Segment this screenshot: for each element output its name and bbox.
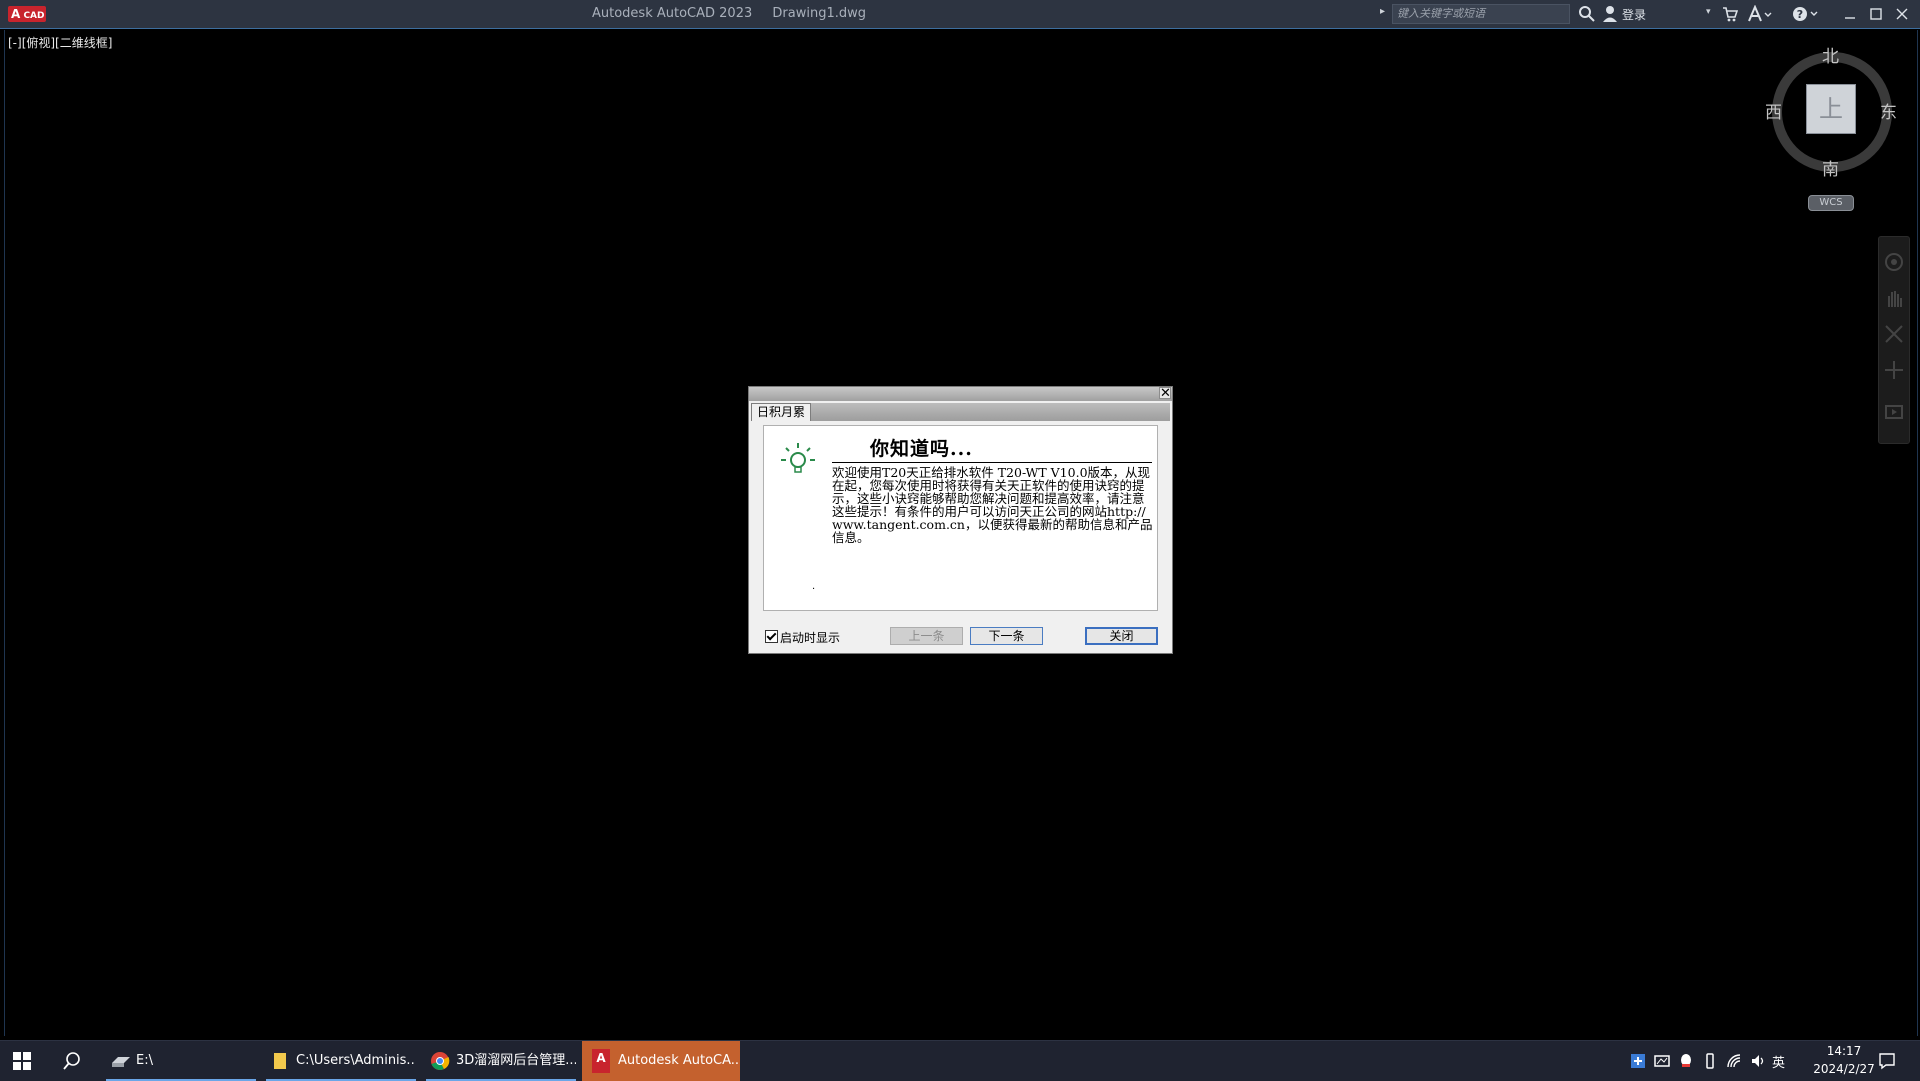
- showmotion-icon[interactable]: [1883, 401, 1905, 423]
- tray-display-icon[interactable]: [1654, 1053, 1670, 1069]
- pan-hand-icon[interactable]: [1883, 287, 1905, 309]
- dialog-tab-strip: 日积月累: [751, 403, 1170, 421]
- network-icon[interactable]: [1726, 1053, 1742, 1069]
- taskbar-item-drive[interactable]: E:\: [106, 1041, 256, 1081]
- notification-center-icon[interactable]: [1878, 1052, 1896, 1070]
- compass-west[interactable]: 西: [1765, 98, 1782, 123]
- volume-icon[interactable]: [1750, 1053, 1766, 1069]
- close-window-button[interactable]: [1892, 4, 1912, 24]
- dialog-title-bar[interactable]: ✕: [749, 387, 1172, 401]
- drive-icon: [112, 1057, 130, 1067]
- search-icon[interactable]: [1578, 5, 1596, 23]
- taskbar-item-chrome[interactable]: 3D溜溜网后台管理...: [426, 1041, 576, 1081]
- login-link[interactable]: 登录: [1622, 6, 1646, 23]
- taskbar: E:\ C:\Users\Adminis... 3D溜溜网后台管理... A A…: [0, 1040, 1920, 1081]
- viewport-controls-label[interactable]: [-][俯视][二维线框]: [8, 34, 112, 51]
- previous-tip-button[interactable]: 上一条: [890, 627, 963, 645]
- tray-usb-icon[interactable]: [1702, 1053, 1718, 1069]
- tip-panel: 你知道吗... 欢迎使用T20天正给排水软件 T20-WT V10.0版本，从现…: [763, 425, 1158, 611]
- tray-qq-icon[interactable]: [1678, 1053, 1694, 1069]
- zoom-extents-icon[interactable]: [1883, 323, 1905, 345]
- ucs-menu-button[interactable]: WCS: [1808, 195, 1854, 211]
- title-bar: A CAD Autodesk AutoCAD 2023 Drawing1.dwg…: [0, 0, 1920, 29]
- user-icon[interactable]: [1602, 5, 1618, 23]
- dot-mark: .: [812, 581, 816, 592]
- help-icon[interactable]: ?: [1792, 6, 1820, 22]
- checkbox-checked-icon[interactable]: [765, 630, 778, 643]
- clock-time[interactable]: 14:17: [1814, 1044, 1874, 1058]
- taskbar-item-autocad[interactable]: A Autodesk AutoCA...: [582, 1041, 740, 1081]
- tip-text: 欢迎使用T20天正给排水软件 T20-WT V10.0版本，从现在起，您每次使用…: [832, 465, 1153, 545]
- autodesk-account-icon[interactable]: [1746, 5, 1772, 23]
- tab-tips[interactable]: 日积月累: [751, 403, 812, 421]
- orbit-icon[interactable]: [1883, 359, 1905, 381]
- compass-east[interactable]: 东: [1880, 98, 1897, 123]
- close-button[interactable]: 关闭: [1085, 627, 1158, 645]
- autocad-logo-icon[interactable]: A CAD: [8, 6, 46, 22]
- chrome-icon: [431, 1052, 450, 1070]
- search-input[interactable]: 键入关键字或短语: [1392, 4, 1570, 24]
- autocad-icon: A: [592, 1049, 610, 1073]
- compass-north[interactable]: 北: [1822, 42, 1839, 67]
- chevron-down-icon[interactable]: ▾: [1706, 7, 1711, 17]
- dialog-close-icon[interactable]: ✕: [1159, 387, 1171, 400]
- windows-start-icon[interactable]: [12, 1051, 32, 1071]
- lightbulb-icon: [781, 443, 815, 473]
- heading-divider: [832, 462, 1152, 463]
- app-name: Autodesk AutoCAD 2023: [592, 6, 753, 21]
- expand-arrow-icon[interactable]: ▸: [1380, 6, 1385, 17]
- window-title: Autodesk AutoCAD 2023 Drawing1.dwg: [592, 6, 866, 21]
- input-method-indicator[interactable]: 英: [1772, 1052, 1785, 1071]
- steering-wheel-icon[interactable]: [1883, 251, 1905, 273]
- document-name: Drawing1.dwg: [772, 6, 866, 21]
- folder-icon: [274, 1053, 286, 1069]
- viewcube-top-face[interactable]: 上: [1806, 84, 1856, 134]
- svg-text:?: ?: [1797, 8, 1803, 21]
- show-on-startup-checkbox[interactable]: 启动时显示: [765, 629, 840, 646]
- dialog-heading: 你知道吗...: [870, 438, 973, 460]
- next-tip-button[interactable]: 下一条: [970, 627, 1043, 645]
- taskbar-search-icon[interactable]: [62, 1051, 82, 1071]
- tip-of-the-day-dialog: ✕ 日积月累 你知道吗... 欢迎使用T20天正给排水软件 T20-WT V10…: [748, 386, 1173, 654]
- compass-south[interactable]: 南: [1822, 155, 1839, 180]
- tray-app-icon[interactable]: [1630, 1053, 1646, 1069]
- cart-icon[interactable]: [1722, 6, 1738, 22]
- maximize-button[interactable]: [1866, 4, 1886, 24]
- clock-date[interactable]: 2024/2/27: [1800, 1062, 1888, 1076]
- minimize-button[interactable]: [1840, 4, 1860, 24]
- taskbar-item-explorer[interactable]: C:\Users\Adminis...: [266, 1041, 416, 1081]
- navigation-bar: [1878, 236, 1910, 444]
